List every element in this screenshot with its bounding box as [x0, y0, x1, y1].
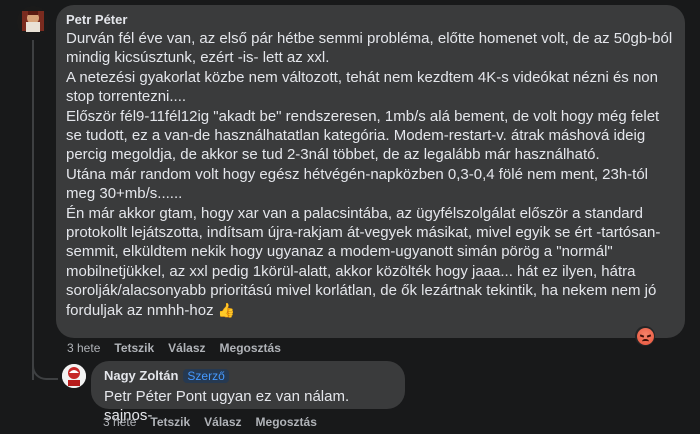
comment-text: Durván fél éve van, az első pár hétbe se… [66, 29, 673, 320]
reply-bubble: Nagy Zoltán Szerző Petr Péter Pont ugyan … [91, 361, 405, 424]
user-avatar-icon [17, 6, 49, 38]
thumbs-up-icon: 👍 [217, 301, 236, 318]
comment-paragraph: A netezési gyakorlat közbe nem változott… [66, 68, 658, 106]
comment-paragraph: Durván fél éve van, az első pár hétbe se… [66, 30, 673, 67]
comment-paragraph: Én már akkor gtam, hogy xar van a palacs… [66, 204, 673, 320]
author-badge: Szerző [183, 369, 229, 383]
comment-author[interactable]: Petr Péter [66, 11, 673, 28]
comment-paragraph-text: Én már akkor gtam, hogy xar van a palacs… [66, 204, 661, 319]
mention-link[interactable]: Petr Péter [104, 388, 172, 405]
reply-reply-button[interactable]: Válasz [204, 415, 241, 429]
like-button[interactable]: Tetszik [114, 341, 154, 355]
comment-paragraph: Utána már random volt hogy egész hétvégé… [66, 165, 649, 203]
avatar[interactable] [17, 6, 49, 38]
comment-actions: 3 hete Tetszik Válasz Megosztás [67, 341, 281, 355]
angry-reaction-icon [636, 327, 654, 345]
thread-line [32, 40, 34, 380]
thread-connector [32, 340, 58, 380]
reply-like-button[interactable]: Tetszik [150, 415, 190, 429]
reply-avatar[interactable] [62, 364, 86, 388]
reply-actions: 3 hete Tetszik Válasz Megosztás [103, 415, 317, 429]
reply-header: Nagy Zoltán Szerző [104, 367, 393, 385]
comment-paragraph: Először fél9-11fél12ig "akadt be" rendsz… [66, 107, 660, 164]
reply-button[interactable]: Válasz [168, 341, 205, 355]
user-avatar-icon [62, 364, 86, 388]
reply-author[interactable]: Nagy Zoltán [104, 368, 178, 383]
reply-share-button[interactable]: Megosztás [256, 415, 317, 429]
reply-timestamp[interactable]: 3 hete [103, 415, 136, 429]
comment-timestamp[interactable]: 3 hete [67, 341, 100, 355]
reaction-badge[interactable] [635, 326, 655, 346]
share-button[interactable]: Megosztás [220, 341, 281, 355]
comment-bubble: Petr Péter Durván fél éve van, az első p… [56, 5, 685, 338]
